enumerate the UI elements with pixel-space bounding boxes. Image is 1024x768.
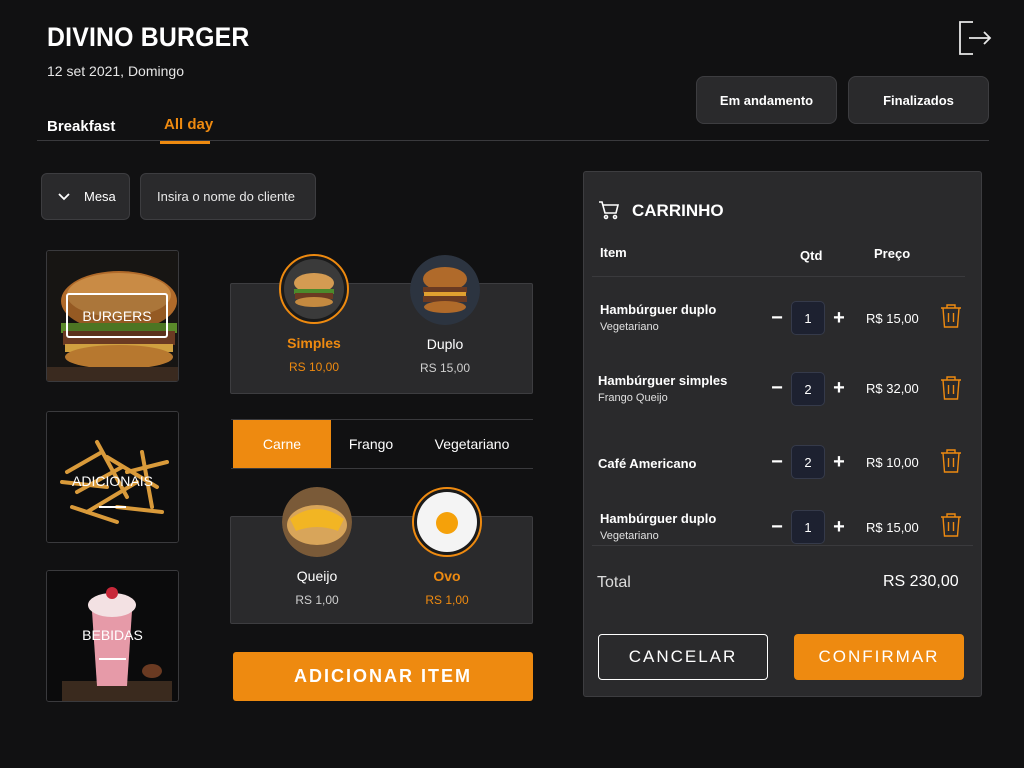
cart-item-sub: Vegetariano: [600, 321, 659, 333]
protein-frango[interactable]: Frango: [331, 420, 411, 468]
cart-item-price: R$ 15,00: [866, 311, 919, 326]
extra-ovo[interactable]: Ovo RS 1,00: [387, 487, 507, 607]
tab-breakfast[interactable]: Breakfast: [47, 118, 115, 135]
mesa-label: Mesa: [84, 189, 116, 204]
cart-item-name: Hambúrguer duplo: [600, 302, 717, 317]
product-duplo-name: Duplo: [426, 336, 464, 352]
category-adicionais[interactable]: ADICIONAIS: [46, 411, 179, 543]
brand-title: DIVINO BURGER: [47, 22, 250, 52]
trash-icon[interactable]: [939, 375, 963, 401]
qty-plus-button[interactable]: +: [831, 452, 847, 472]
extra-ovo-price: RS 1,00: [425, 593, 469, 607]
trash-icon[interactable]: [939, 512, 963, 538]
trash-icon[interactable]: [939, 303, 963, 329]
active-tab-indicator: [160, 141, 210, 144]
mesa-select[interactable]: Mesa: [41, 173, 130, 220]
egg-image: [412, 487, 482, 557]
client-name-input[interactable]: [140, 173, 316, 220]
confirm-button[interactable]: CONFIRMAR: [794, 634, 964, 680]
chevron-down-icon: [58, 192, 70, 200]
col-item: Item: [600, 245, 627, 260]
qty-minus-button[interactable]: −: [769, 517, 785, 537]
cart-panel: CARRINHO Item Qtd Preço Hambúrguer duplo…: [583, 171, 982, 697]
cancel-button[interactable]: CANCELAR: [598, 634, 768, 680]
protein-carne[interactable]: Carne: [233, 420, 331, 468]
qty-plus-button[interactable]: +: [831, 517, 847, 537]
qty-value[interactable]: 1: [791, 510, 825, 544]
protein-vegetariano[interactable]: Vegetariano: [411, 420, 533, 468]
category-bebidas-label: BEBIDAS: [82, 627, 143, 643]
tab-all-day[interactable]: All day: [164, 116, 213, 133]
cart-footer-divider: [592, 545, 973, 546]
logout-icon[interactable]: [957, 20, 993, 56]
product-simples-price: RS 10,00: [288, 360, 340, 374]
category-adicionais-underline: [99, 506, 126, 508]
product-simples[interactable]: Simples RS 10,00: [254, 254, 374, 374]
burger-double-image: [410, 255, 480, 325]
cart-item-price: R$ 10,00: [866, 455, 919, 470]
cart-item-name: Hambúrguer simples: [598, 373, 728, 388]
finished-button[interactable]: Finalizados: [848, 76, 989, 124]
burger-simple-image: [279, 254, 349, 324]
protein-selector: Carne Frango Vegetariano: [231, 419, 533, 469]
trash-icon[interactable]: [939, 448, 963, 474]
qty-minus-button[interactable]: −: [769, 308, 785, 328]
qty-minus-button[interactable]: −: [769, 452, 785, 472]
in-progress-button[interactable]: Em andamento: [696, 76, 837, 124]
cart-item-price: R$ 32,00: [866, 381, 919, 396]
qty-value[interactable]: 2: [791, 445, 825, 479]
extra-queijo-name: Queijo: [296, 568, 338, 584]
category-burgers-label: BURGERS: [66, 293, 168, 338]
extra-queijo-price: RS 1,00: [295, 593, 339, 607]
cheese-image: [282, 487, 352, 557]
category-bebidas[interactable]: BEBIDAS: [46, 570, 179, 702]
qty-value[interactable]: 1: [791, 301, 825, 335]
cart-item-sub: Vegetariano: [600, 530, 659, 542]
cart-row-clip: Hambúrguer duplo Vegetariano − 1 + R$ 15…: [584, 502, 983, 545]
col-preco: Preço: [874, 246, 911, 261]
add-item-button[interactable]: ADICIONAR ITEM: [233, 652, 533, 701]
cart-item-sub: Frango Queijo: [598, 392, 668, 404]
category-burgers[interactable]: BURGERS: [46, 250, 179, 382]
cart-title: CARRINHO: [632, 201, 724, 220]
category-bebidas-underline: [99, 658, 126, 660]
qty-plus-button[interactable]: +: [831, 378, 847, 398]
cart-item-name: Café Americano: [598, 456, 697, 471]
qty-minus-button[interactable]: −: [769, 378, 785, 398]
extra-queijo[interactable]: Queijo RS 1,00: [257, 487, 377, 607]
product-simples-name: Simples: [287, 335, 341, 351]
extra-ovo-name: Ovo: [433, 568, 461, 584]
qty-value[interactable]: 2: [791, 372, 825, 406]
cart-item-price: R$ 15,00: [866, 520, 919, 535]
col-qtd: Qtd: [800, 248, 823, 263]
date-label: 12 set 2021, Domingo: [47, 63, 184, 79]
qty-plus-button[interactable]: +: [831, 308, 847, 328]
product-duplo-price: RS 15,00: [419, 361, 471, 375]
cart-item-name: Hambúrguer duplo: [600, 511, 717, 526]
category-adicionais-label: ADICIONAIS: [72, 473, 153, 489]
product-duplo[interactable]: Duplo RS 15,00: [385, 255, 505, 375]
cart-icon: [599, 201, 620, 220]
total-label: Total: [597, 574, 631, 591]
total-value: RS 230,00: [883, 573, 959, 590]
cart-header-divider: [592, 276, 965, 277]
